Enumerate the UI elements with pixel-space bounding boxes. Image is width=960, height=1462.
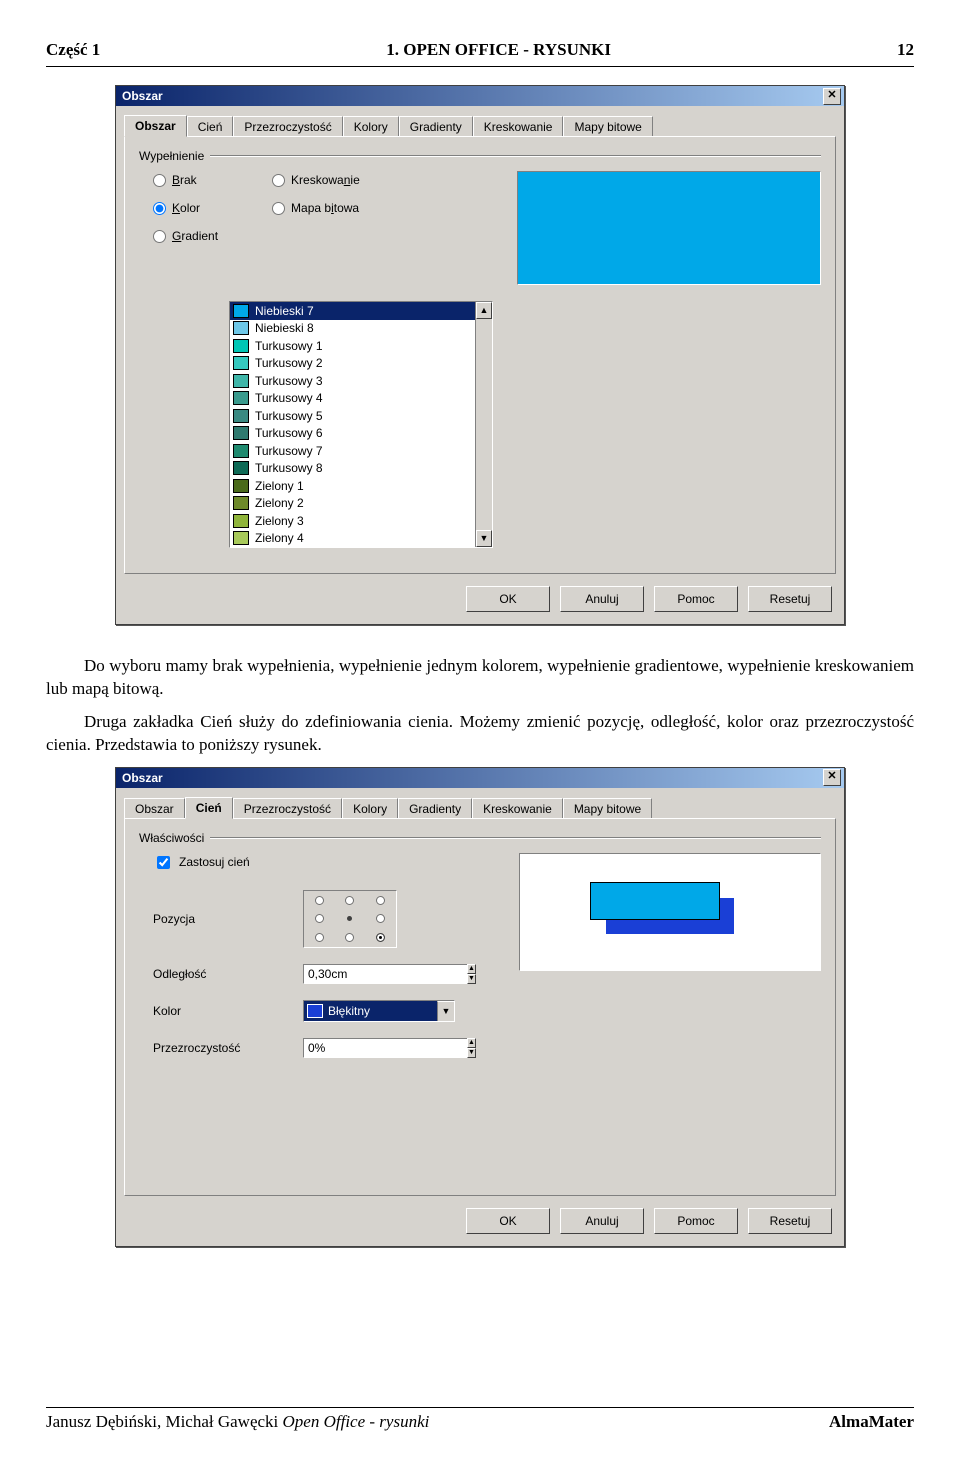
color-item[interactable]: Turkusowy 7 [230, 442, 475, 460]
footer-right: AlmaMater [829, 1412, 914, 1432]
color-item[interactable]: Turkusowy 4 [230, 390, 475, 408]
area-dialog-2: Obszar ✕ ObszarCieńPrzezroczystośćKolory… [115, 767, 845, 1247]
dialog1-titlebar: Obszar ✕ [116, 86, 844, 106]
dialog2-panel: Właściwości Zastosuj cień Pozycja [124, 818, 836, 1196]
color-item[interactable]: Turkusowy 8 [230, 460, 475, 478]
paragraph-2: Druga zakładka Cień służy do zdefiniowan… [46, 711, 914, 757]
footer-left: Janusz Dębiński, Michał Gawęcki Open Off… [46, 1412, 429, 1432]
dialog1-buttons: OK Anuluj Pomoc Resetuj [116, 582, 844, 624]
position-picker[interactable] [303, 890, 397, 948]
color-item[interactable]: Turkusowy 3 [230, 372, 475, 390]
tab-przezroczystość[interactable]: Przezroczystość [233, 116, 342, 137]
tab-mapy bitowe[interactable]: Mapy bitowe [563, 798, 652, 819]
tab-przezroczystość[interactable]: Przezroczystość [233, 798, 342, 819]
dialog2-title: Obszar [122, 771, 163, 785]
distance-spinner[interactable]: ▲▼ [303, 964, 411, 984]
header-rule [46, 66, 914, 67]
props-group-label: Właściwości [139, 831, 821, 845]
shadow-preview [519, 853, 821, 971]
dialog1-tabs: ObszarCieńPrzezroczystośćKoloryGradienty… [116, 106, 844, 136]
scroll-up-icon[interactable]: ▲ [476, 302, 492, 319]
spin-down-icon[interactable]: ▼ [467, 974, 476, 984]
shadow-color-label: Kolor [153, 1004, 303, 1018]
dialog2-tabs: ObszarCieńPrzezroczystośćKoloryGradienty… [116, 788, 844, 818]
fill-radio-kolor[interactable]: Kolor [153, 199, 218, 217]
position-label: Pozycja [153, 912, 303, 926]
dialog1-title: Obszar [122, 89, 163, 103]
resetuj-button[interactable]: Resetuj [748, 1208, 832, 1234]
tab-gradienty[interactable]: Gradienty [398, 798, 472, 819]
tab-kreskowanie[interactable]: Kreskowanie [473, 116, 564, 137]
tab-gradienty[interactable]: Gradienty [399, 116, 473, 137]
resetuj-button[interactable]: Resetuj [748, 586, 832, 612]
color-item[interactable]: Turkusowy 6 [230, 425, 475, 443]
page-footer: Janusz Dębiński, Michał Gawęcki Open Off… [46, 1407, 914, 1432]
chevron-down-icon[interactable]: ▼ [437, 1001, 454, 1021]
color-item[interactable]: Niebieski 7 [230, 302, 475, 320]
fill-radio-brak[interactable]: Brak [153, 171, 218, 189]
color-item[interactable]: Zielony 2 [230, 495, 475, 513]
spin-down-icon[interactable]: ▼ [467, 1048, 476, 1058]
shadow-color-combo[interactable]: Błękitny ▼ [303, 1000, 455, 1022]
ok-button[interactable]: OK [466, 586, 550, 612]
anuluj-button[interactable]: Anuluj [560, 1208, 644, 1234]
tab-cień[interactable]: Cień [187, 116, 234, 137]
pomoc-button[interactable]: Pomoc [654, 586, 738, 612]
spin-up-icon[interactable]: ▲ [467, 964, 476, 974]
close-icon[interactable]: ✕ [823, 88, 841, 105]
close-icon[interactable]: ✕ [823, 769, 841, 786]
tab-kreskowanie[interactable]: Kreskowanie [472, 798, 563, 819]
color-item[interactable]: Turkusowy 2 [230, 355, 475, 373]
color-item[interactable]: Niebieski 8 [230, 320, 475, 338]
paragraph-1: Do wyboru mamy brak wypełnienia, wypełni… [46, 655, 914, 701]
listbox-scrollbar[interactable]: ▲ ▼ [475, 302, 492, 547]
tab-kolory[interactable]: Kolory [342, 798, 398, 819]
header-right: 12 [897, 40, 914, 60]
color-listbox[interactable]: Niebieski 7Niebieski 8Turkusowy 1Turkuso… [229, 301, 493, 548]
color-item[interactable]: Turkusowy 5 [230, 407, 475, 425]
tab-mapy bitowe[interactable]: Mapy bitowe [563, 116, 652, 137]
dialog2-buttons: OK Anuluj Pomoc Resetuj [116, 1204, 844, 1246]
pomoc-button[interactable]: Pomoc [654, 1208, 738, 1234]
tab-obszar[interactable]: Obszar [124, 798, 185, 819]
fill-radio-gradient[interactable]: Gradient [153, 227, 218, 245]
color-item[interactable]: Zielony 3 [230, 512, 475, 530]
dialog1-panel: Wypełnienie Brak Kolor Gradient Kreskowani… [124, 136, 836, 574]
transparency-spinner[interactable]: ▲▼ [303, 1038, 411, 1058]
tab-cień[interactable]: Cień [185, 797, 233, 819]
page-header: Część 1 1. OPEN OFFICE - RYSUNKI 12 [46, 40, 914, 64]
header-center: 1. OPEN OFFICE - RYSUNKI [386, 40, 611, 60]
distance-label: Odległość [153, 967, 303, 981]
fill-radio-kreskowanie[interactable]: Kreskowanie [272, 171, 360, 189]
dialog2-titlebar: Obszar ✕ [116, 768, 844, 788]
spin-up-icon[interactable]: ▲ [467, 1038, 476, 1048]
scroll-down-icon[interactable]: ▼ [476, 530, 492, 547]
tab-kolory[interactable]: Kolory [343, 116, 399, 137]
fill-preview [517, 171, 821, 285]
area-dialog-1: Obszar ✕ ObszarCieńPrzezroczystośćKolory… [115, 85, 845, 625]
color-item[interactable]: Zielony 1 [230, 477, 475, 495]
apply-shadow-checkbox[interactable]: Zastosuj cień [153, 853, 499, 872]
transparency-label: Przezroczystość [153, 1041, 303, 1055]
color-item[interactable]: Turkusowy 1 [230, 337, 475, 355]
fill-radio-mapa bitowa[interactable]: Mapa bitowa [272, 199, 360, 217]
header-left: Część 1 [46, 40, 100, 60]
tab-obszar[interactable]: Obszar [124, 115, 187, 137]
color-item[interactable]: Zielony 4 [230, 530, 475, 548]
anuluj-button[interactable]: Anuluj [560, 586, 644, 612]
fill-group-label: Wypełnienie [139, 149, 821, 163]
ok-button[interactable]: OK [466, 1208, 550, 1234]
